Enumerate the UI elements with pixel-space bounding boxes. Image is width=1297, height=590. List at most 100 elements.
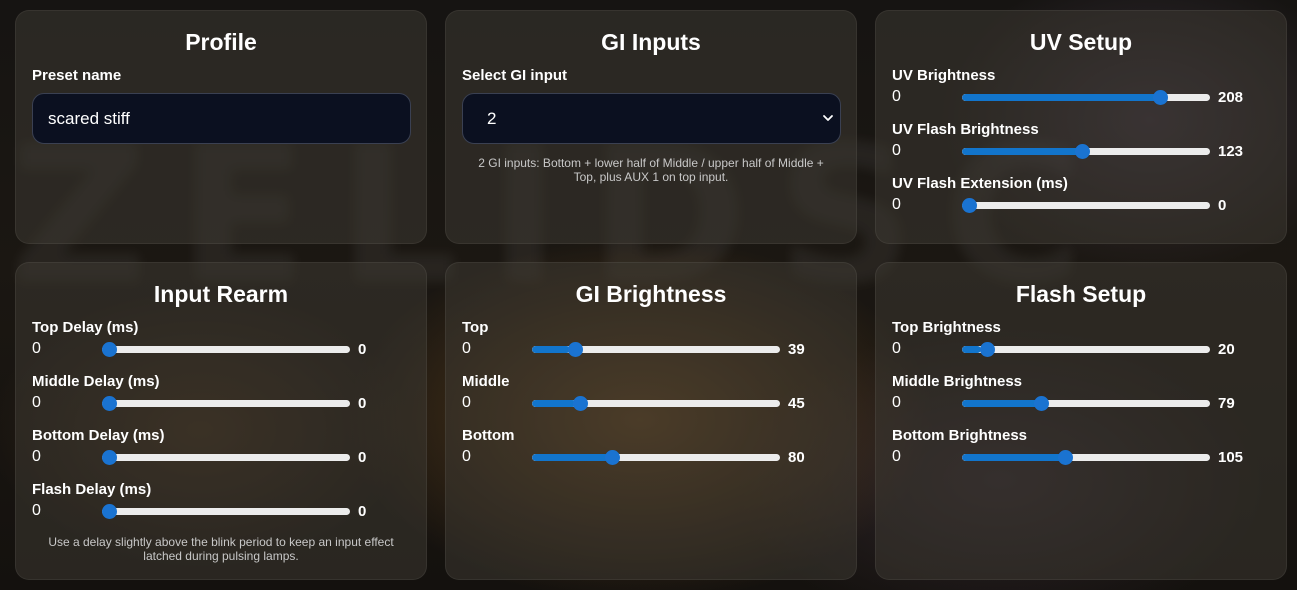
gi-input-selected-value: 2	[487, 108, 497, 128]
flash-delay-slider-group: Flash Delay (ms) 0 0	[32, 481, 410, 523]
slider-fill	[962, 148, 1082, 155]
slider-row: 0 123	[892, 139, 1270, 163]
slider-thumb[interactable]	[605, 450, 621, 465]
slider-label: UV Flash Extension (ms)	[892, 175, 1068, 192]
middle-brightness-slider[interactable]	[962, 391, 1210, 415]
middle-delay-slider-group: Middle Delay (ms) 0 0	[32, 373, 410, 415]
slider-track[interactable]	[102, 346, 350, 353]
middle-slider[interactable]	[532, 391, 780, 415]
uv-brightness-slider[interactable]	[962, 85, 1210, 109]
bottom-brightness-slider[interactable]	[962, 445, 1210, 469]
slider-label: Middle Delay (ms)	[32, 373, 160, 390]
slider-track[interactable]	[102, 454, 350, 461]
slider-min-value: 0	[462, 448, 471, 465]
flash-setup-card: Flash Setup Top Brightness 0 20 Middle Brig…	[875, 262, 1287, 580]
uv-flash-brightness-slider-group: UV Flash Brightness 0 123	[892, 121, 1270, 163]
slider-row: 0 80	[462, 445, 840, 469]
bottom-delay-slider[interactable]	[102, 445, 350, 469]
top-delay-slider-group: Top Delay (ms) 0 0	[32, 319, 410, 361]
slider-thumb[interactable]	[1152, 90, 1168, 105]
top-slider[interactable]	[532, 337, 780, 361]
bottom-slider-group: Bottom 0 80	[462, 427, 840, 469]
top-delay-slider[interactable]	[102, 337, 350, 361]
slider-current-value: 0	[358, 394, 367, 412]
slider-row: 00	[892, 193, 1270, 217]
profile-card: Profile Preset name	[15, 10, 427, 244]
gi-brightness-sliders: Top 0 39 Middle 0 45 Bottom 0 80	[462, 319, 840, 469]
top-brightness-slider[interactable]	[962, 337, 1210, 361]
slider-fill	[962, 94, 1165, 101]
uv-flash-extension-slider[interactable]	[962, 193, 1210, 217]
slider-label: Flash Delay (ms)	[32, 481, 152, 498]
slider-track[interactable]	[962, 400, 1210, 407]
slider-thumb[interactable]	[1074, 144, 1090, 159]
slider-thumb[interactable]	[1058, 450, 1074, 465]
slider-min-value: 0	[892, 394, 901, 411]
slider-label: Bottom Delay (ms)	[32, 427, 165, 444]
slider-row: 00	[32, 499, 410, 523]
card-title: Flash Setup	[1015, 281, 1147, 307]
middle-delay-slider[interactable]	[102, 391, 350, 415]
slider-track[interactable]	[962, 454, 1210, 461]
slider-current-value: 45	[788, 394, 805, 412]
slider-thumb[interactable]	[573, 396, 589, 411]
slider-fill	[532, 454, 610, 461]
slider-min-value: 0	[462, 394, 471, 411]
slider-track[interactable]	[962, 202, 1210, 209]
preset-name-input[interactable]	[32, 93, 411, 144]
slider-track[interactable]	[102, 508, 350, 515]
slider-thumb[interactable]	[102, 396, 117, 411]
card-title: Input Rearm	[153, 281, 289, 307]
gi-input-select[interactable]: 2	[462, 93, 841, 144]
slider-current-value: 20	[1218, 340, 1235, 358]
slider-row: 0 105	[892, 445, 1270, 469]
slider-row: 0 208	[892, 85, 1270, 109]
card-title: Profile	[185, 29, 257, 55]
top-slider-group: Top 0 39	[462, 319, 840, 361]
uv-setup-sliders: UV Brightness 0 208 UV Flash Brightness 0 123…	[892, 67, 1270, 217]
flash-delay-slider[interactable]	[102, 499, 350, 523]
slider-thumb[interactable]	[102, 450, 117, 465]
slider-thumb[interactable]	[567, 342, 583, 357]
slider-row: 0 20	[892, 337, 1270, 361]
slider-row: 00	[32, 337, 410, 361]
slider-fill	[532, 400, 576, 407]
settings-grid: Profile Preset name GI Inputs Select GI …	[15, 10, 1287, 580]
slider-label: Top Delay (ms)	[32, 319, 139, 336]
slider-fill	[962, 400, 1039, 407]
slider-min-value: 0	[32, 394, 41, 411]
slider-label: Top Brightness	[892, 319, 1001, 336]
slider-min-value: 0	[892, 88, 901, 105]
slider-thumb[interactable]	[1034, 396, 1050, 411]
bottom-delay-slider-group: Bottom Delay (ms) 0 0	[32, 427, 410, 469]
slider-thumb[interactable]	[102, 504, 117, 519]
top-brightness-slider-group: Top Brightness 0 20	[892, 319, 1270, 361]
slider-track[interactable]	[962, 346, 1210, 353]
uv-flash-brightness-slider[interactable]	[962, 139, 1210, 163]
bottom-brightness-slider-group: Bottom Brightness 0 105	[892, 427, 1270, 469]
slider-label: Middle Brightness	[892, 373, 1023, 390]
slider-track[interactable]	[962, 94, 1210, 101]
slider-fill	[962, 454, 1065, 461]
gi-inputs-hint: 2 GI inputs: Bottom + lower half of Midd…	[478, 156, 824, 184]
slider-min-value: 0	[892, 196, 901, 213]
slider-min-value: 0	[32, 448, 41, 465]
slider-label: Top	[462, 319, 489, 336]
slider-current-value: 79	[1218, 394, 1235, 412]
slider-track[interactable]	[532, 400, 780, 407]
slider-min-value: 0	[32, 340, 41, 357]
slider-fill	[532, 346, 570, 353]
slider-track[interactable]	[102, 400, 350, 407]
preset-name-label: Preset name	[32, 67, 122, 84]
slider-thumb[interactable]	[980, 342, 996, 357]
chevron-down-icon	[823, 115, 833, 121]
select-gi-input-label: Select GI input	[462, 67, 568, 84]
gi-brightness-card: GI Brightness Top 0 39 Middle 0 45 Bottom 0 80	[445, 262, 857, 580]
bottom-slider[interactable]	[532, 445, 780, 469]
slider-min-value: 0	[892, 448, 901, 465]
slider-label: UV Flash Brightness	[892, 121, 1039, 138]
slider-thumb[interactable]	[962, 198, 977, 213]
slider-row: 00	[32, 391, 410, 415]
slider-thumb[interactable]	[102, 342, 117, 357]
slider-track[interactable]	[532, 454, 780, 461]
